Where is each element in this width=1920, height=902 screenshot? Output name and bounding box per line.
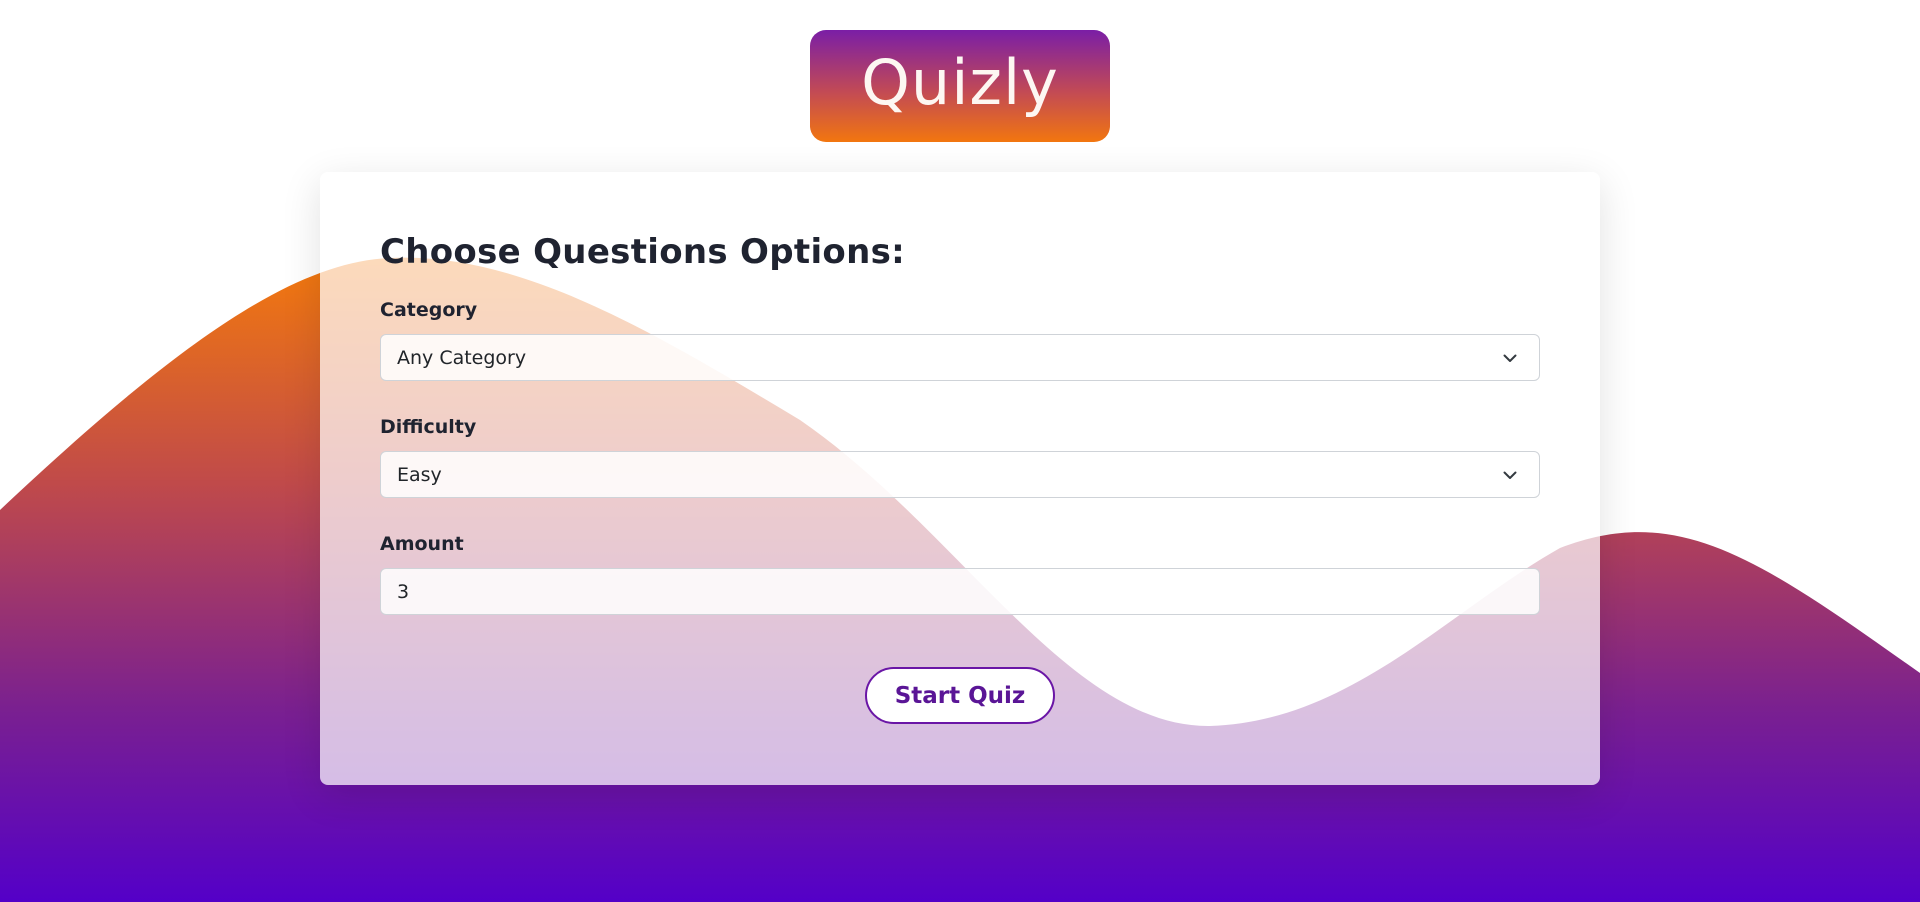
category-select[interactable]: Any Category xyxy=(380,334,1540,381)
chevron-down-icon xyxy=(1501,349,1519,367)
start-quiz-button[interactable]: Start Quiz xyxy=(865,667,1055,724)
category-selected-value: Any Category xyxy=(397,346,527,369)
chevron-down-icon xyxy=(1501,466,1519,484)
quizly-logo: Quizly xyxy=(810,30,1110,142)
options-card: Choose Questions Options: Category Any C… xyxy=(320,172,1600,785)
logo-text: Quizly xyxy=(861,46,1059,119)
difficulty-select[interactable]: Easy xyxy=(380,451,1540,498)
category-label: Category xyxy=(380,299,478,321)
page-title: Choose Questions Options: xyxy=(380,232,906,272)
amount-input[interactable]: 3 xyxy=(380,568,1540,615)
amount-value: 3 xyxy=(397,580,410,603)
difficulty-label: Difficulty xyxy=(380,416,477,438)
quiz-setup-page: Quizly Choose Questions Options: Categor… xyxy=(0,0,1920,902)
amount-label: Amount xyxy=(380,533,464,555)
difficulty-selected-value: Easy xyxy=(397,463,442,486)
